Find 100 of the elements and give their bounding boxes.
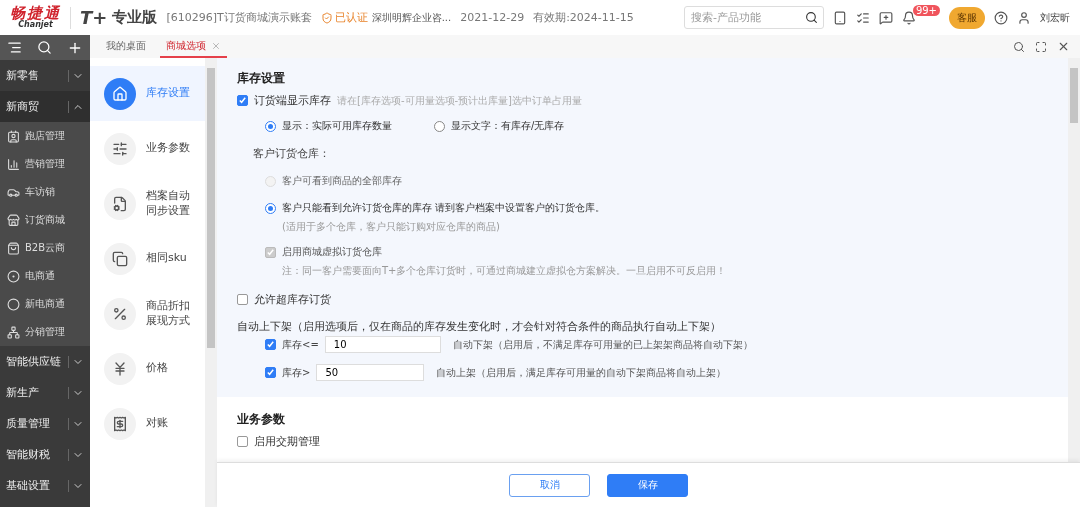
sidebar-item[interactable]: B2B云商 xyxy=(0,234,90,262)
checkbox[interactable] xyxy=(237,294,248,305)
percent-icon xyxy=(104,297,136,330)
bag-icon xyxy=(7,241,20,255)
yen-icon xyxy=(104,352,136,385)
expiry-text: 有效期:2024-11-15 xyxy=(533,10,634,25)
chevron-down-icon[interactable] xyxy=(68,417,84,430)
settings-nav-item[interactable]: 商品折扣展现方式 xyxy=(90,286,205,341)
chevron-down-icon[interactable] xyxy=(68,355,84,368)
receipt-icon xyxy=(104,407,136,440)
sidebar-item[interactable]: 新电商通 xyxy=(0,290,90,318)
scrollbar[interactable] xyxy=(205,58,217,507)
search-field[interactable]: 搜索-产品功能 xyxy=(683,6,824,29)
settings-nav-item[interactable]: 库存设置 xyxy=(90,66,205,121)
radio-button[interactable] xyxy=(434,120,445,132)
rule-label: 库存> xyxy=(282,365,311,380)
search-icon[interactable] xyxy=(804,11,818,24)
bar-chart-icon xyxy=(7,157,20,171)
rule-description: 自动上架（启用后，满足库存可用量的自动下架商品将自动上架） xyxy=(436,365,727,380)
item-label: 营销管理 xyxy=(25,157,65,171)
network-icon xyxy=(7,325,20,339)
item-label: 新电商通 xyxy=(25,297,65,311)
item-label: 车访销 xyxy=(25,185,55,199)
notification-badge: 99+ xyxy=(912,5,940,16)
stock-input[interactable]: 10 xyxy=(324,336,441,353)
tab[interactable]: 我的桌面 xyxy=(100,35,152,58)
certified-label: 已认证 xyxy=(334,10,368,25)
sidebar-item[interactable]: 电商通 xyxy=(0,262,90,290)
chevron-up-icon[interactable] xyxy=(68,100,84,113)
chanjet-logo: 畅捷通 Chanjet xyxy=(10,6,61,29)
field-label: 自动上下架（启用选项后，仅在商品的库存发生变化时，才会针对符合条件的商品执行自动上下架） xyxy=(237,319,722,334)
account-name: [610296]T订货商城演示账套 xyxy=(166,10,312,25)
tablet-icon[interactable] xyxy=(832,10,847,25)
sidebar-item[interactable]: 营销管理 xyxy=(0,150,90,178)
bell-icon[interactable] xyxy=(901,10,916,25)
settings-nav-item[interactable]: 对账 xyxy=(90,396,205,451)
sidebar-item[interactable]: 订货商城 xyxy=(0,206,90,234)
message-icon[interactable] xyxy=(878,10,893,25)
item-label: 订货商城 xyxy=(25,213,65,227)
sidebar-item[interactable]: 分销管理 xyxy=(0,318,90,346)
scrollbar[interactable] xyxy=(1068,58,1080,462)
item-label: 分销管理 xyxy=(25,325,65,339)
service-mascot[interactable]: 客服 xyxy=(949,6,985,29)
copy-icon xyxy=(104,242,136,275)
radio-label: 客户只能看到允许订货仓库的库存 请到客户档案中设置客户的订货仓库。 xyxy=(282,201,606,215)
cancel-button[interactable]: 取消 xyxy=(509,473,590,497)
rule-description: 自动下架（启用后，不满足库存可用量的已上架架商品将自动下架） xyxy=(452,337,753,352)
date-text: 2021-12-29 xyxy=(460,11,525,24)
save-button[interactable]: 保存 xyxy=(607,473,688,497)
document-gear-icon xyxy=(104,187,136,220)
option-label: 启用交期管理 xyxy=(254,434,320,449)
settings-nav-item[interactable]: 相同sku xyxy=(90,231,205,286)
menu-icon[interactable] xyxy=(7,40,23,55)
sidebar-item[interactable]: 跑店管理 xyxy=(0,122,90,150)
search-icon[interactable] xyxy=(37,40,52,55)
stock-input[interactable]: 50 xyxy=(316,364,425,381)
id-card-icon xyxy=(7,129,20,143)
option-note: (适用于多个仓库，客户只能订购对应仓库的商品) xyxy=(281,220,501,234)
rule-label: 库存<= xyxy=(282,337,319,352)
help-icon[interactable] xyxy=(994,10,1008,25)
chevron-down-icon[interactable] xyxy=(68,448,84,461)
radio-button[interactable] xyxy=(265,202,276,214)
field-label: 客户订货仓库： xyxy=(252,146,331,161)
option-label: 允许超库存订货 xyxy=(254,292,331,307)
item-label: 跑店管理 xyxy=(25,129,65,143)
product-name: T+ xyxy=(80,7,108,28)
radio-label: 显示文字：有库存/无库存 xyxy=(451,119,565,133)
option-label: 订货端显示库存 xyxy=(254,93,331,108)
edition-label: 专业版 xyxy=(112,8,158,27)
checklist-icon[interactable] xyxy=(855,10,870,25)
settings-nav-item[interactable]: 价格 xyxy=(90,341,205,396)
close-icon[interactable] xyxy=(1057,40,1070,53)
user-name[interactable]: 刘宏昕 xyxy=(1040,10,1070,25)
settings-nav-item[interactable]: 业务参数 xyxy=(90,121,205,176)
checkbox[interactable] xyxy=(265,367,276,378)
section-title: 库存设置 xyxy=(237,70,286,87)
section-title: 业务参数 xyxy=(237,411,286,428)
settings-nav-item[interactable]: 档案自动同步设置 xyxy=(90,176,205,231)
chevron-down-icon[interactable] xyxy=(68,386,84,399)
option-hint: 请在[库存选项-可用量选项-预计出库量]选中订单占用量 xyxy=(337,93,583,108)
sidebar-item[interactable]: 车访销 xyxy=(0,178,90,206)
shield-icon xyxy=(320,11,333,24)
sidebar-group[interactable]: 新商贸 xyxy=(0,91,90,122)
checkbox[interactable] xyxy=(237,436,248,447)
item-label: 电商通 xyxy=(25,269,55,283)
house-icon xyxy=(104,77,136,110)
store-icon xyxy=(7,213,20,227)
user-icon[interactable] xyxy=(1017,10,1031,25)
radio-label: 客户可看到商品的全部库存 xyxy=(282,174,402,188)
radio-label: 显示：实际可用库存数量 xyxy=(282,119,392,133)
checkbox[interactable] xyxy=(265,339,276,350)
chevron-down-icon[interactable] xyxy=(68,479,84,492)
circle-icon xyxy=(7,269,20,283)
radio-button[interactable] xyxy=(265,120,276,132)
company-name: 深圳明辉企业咨... xyxy=(371,10,452,25)
fullscreen-icon[interactable] xyxy=(1035,40,1047,53)
option-label: 启用商城虚拟订货仓库 xyxy=(282,245,382,259)
chevron-down-icon[interactable] xyxy=(68,69,84,82)
checkbox[interactable] xyxy=(237,95,248,106)
sliders-icon xyxy=(104,132,136,165)
